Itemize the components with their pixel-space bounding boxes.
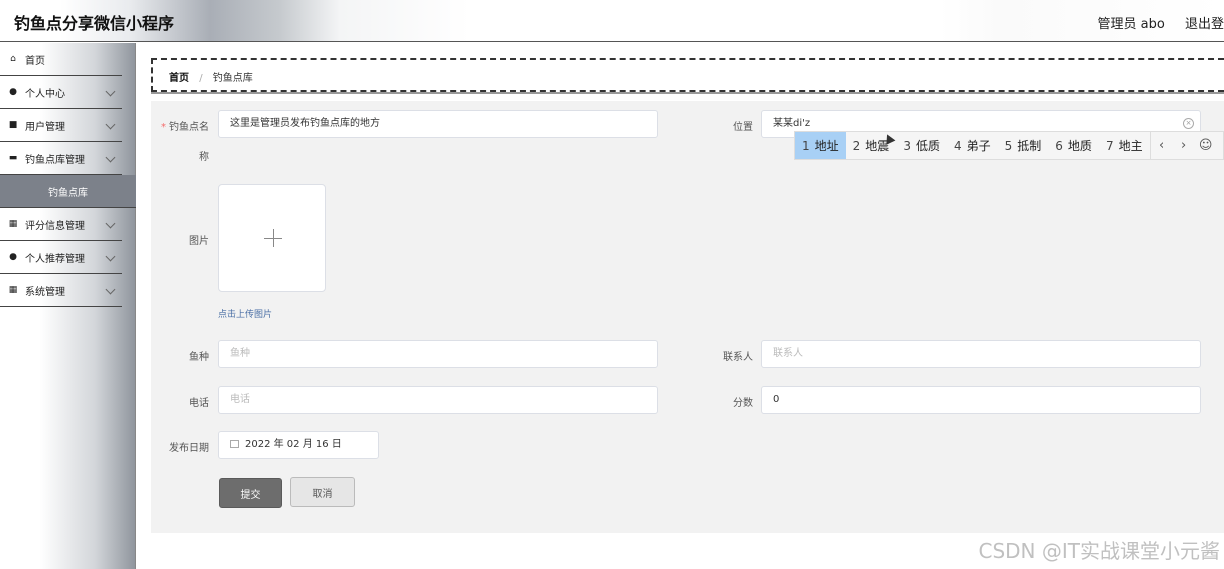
sidebar-item-label: 首页: [25, 55, 45, 67]
chevron-down-icon: [105, 152, 116, 163]
emoji-icon[interactable]: ☺: [1195, 138, 1217, 153]
ime-candidate[interactable]: 3 低质: [896, 132, 947, 159]
chevron-down-icon: [105, 119, 116, 130]
sidebar-item-home[interactable]: ⌂ 首页: [0, 43, 122, 76]
required-mark: *: [161, 122, 166, 133]
location-label: 位置: [733, 122, 753, 133]
upload-tip: 点击上传图片: [218, 310, 273, 320]
calendar-icon: [230, 440, 239, 448]
chevron-down-icon: [105, 86, 116, 97]
breadcrumb-separator: /: [199, 73, 203, 84]
breadcrumb-home[interactable]: 首页: [169, 73, 189, 84]
sidebar-item-label: 钓鱼点库管理: [25, 154, 85, 166]
sidebar-item-user-manage[interactable]: ■ 用户管理: [0, 109, 122, 142]
sidebar-item-label: 评分信息管理: [25, 220, 85, 232]
date-value: 2022 年 02 月 16 日: [245, 439, 342, 450]
sidebar: ⌂ 首页 ● 个人中心 ■ 用户管理 ▬ 钓鱼点库管理 钓鱼点库 ▦ 评分信息管…: [0, 43, 136, 569]
grid-icon: ▦: [8, 285, 18, 295]
app-title: 钓鱼点分享微信小程序: [14, 14, 175, 33]
grid-icon: ▦: [8, 219, 18, 229]
sidebar-item-label: 钓鱼点库: [48, 187, 88, 199]
chevron-down-icon: [105, 251, 116, 262]
form-panel: * 钓鱼点名 称 这里是管理员发布钓鱼点库的地方 位置 某某di'z × 图片 点…: [151, 101, 1224, 533]
cancel-button[interactable]: 取消: [290, 477, 355, 507]
breadcrumb: 首页 / 钓鱼点库: [169, 69, 253, 84]
user-icon: ●: [9, 87, 17, 97]
sidebar-subitem-spot-library[interactable]: 钓鱼点库: [0, 175, 136, 208]
home-icon: ⌂: [10, 54, 16, 64]
sidebar-item-label: 个人推荐管理: [25, 253, 85, 265]
phone-input[interactable]: 电话: [218, 386, 658, 414]
date-picker[interactable]: 2022 年 02 月 16 日: [218, 431, 379, 459]
user-icon: ●: [9, 252, 17, 262]
fish-label: 鱼种: [189, 352, 209, 363]
monitor-icon: ▬: [8, 153, 18, 163]
plus-icon-vertical: [273, 229, 274, 247]
submit-button[interactable]: 提交: [219, 478, 282, 508]
logout-link[interactable]: 退出登: [1185, 17, 1224, 32]
image-upload-box[interactable]: [218, 184, 326, 292]
header-user-area: 管理员 abo 退出登: [1082, 13, 1224, 32]
sidebar-item-rating-manage[interactable]: ▦ 评分信息管理: [0, 208, 122, 241]
chevron-down-icon: [105, 218, 116, 229]
clear-icon[interactable]: ×: [1183, 118, 1194, 129]
ime-candidate[interactable]: 1 地址: [795, 132, 846, 159]
watermark: CSDN @IT实战课堂小元酱: [978, 539, 1221, 563]
ime-candidate[interactable]: 7 地主: [1099, 132, 1150, 159]
ime-candidate[interactable]: 4 弟子: [947, 132, 998, 159]
fish-input[interactable]: 鱼种: [218, 340, 658, 368]
location-value: 某某di'z: [773, 118, 811, 129]
name-label-wrap: 称: [199, 152, 209, 163]
phone-label: 电话: [189, 398, 209, 409]
sidebar-item-label: 用户管理: [25, 121, 65, 133]
contact-input[interactable]: 联系人: [761, 340, 1201, 368]
sidebar-item-recommend-manage[interactable]: ● 个人推荐管理: [0, 241, 122, 274]
sidebar-item-system-manage[interactable]: ▦ 系统管理: [0, 274, 122, 307]
admin-user-label[interactable]: 管理员 abo: [1098, 17, 1165, 32]
image-label: 图片: [189, 236, 209, 247]
top-header: 钓鱼点分享微信小程序 管理员 abo 退出登: [0, 0, 1224, 42]
ime-candidate[interactable]: 5 抵制: [998, 132, 1049, 159]
breadcrumb-bar: 首页 / 钓鱼点库: [151, 58, 1224, 92]
ime-prev-icon[interactable]: ‹: [1151, 138, 1173, 153]
score-label: 分数: [733, 398, 753, 409]
ime-candidate[interactable]: 6 地质: [1048, 132, 1099, 159]
ime-next-icon[interactable]: ›: [1173, 138, 1195, 153]
ime-candidate-bar: 1 地址 2 地震 3 低质 4 弟子 5 抵制 6 地质 7 地主 ‹ › ☺: [794, 131, 1224, 160]
contact-label: 联系人: [723, 352, 753, 363]
sidebar-item-label: 个人中心: [25, 88, 65, 100]
score-input[interactable]: 0: [761, 386, 1201, 414]
sidebar-item-spot-library-manage[interactable]: ▬ 钓鱼点库管理: [0, 142, 122, 175]
breadcrumb-current: 钓鱼点库: [212, 73, 253, 84]
name-label: * 钓鱼点名: [161, 122, 209, 133]
sidebar-item-label: 系统管理: [25, 286, 65, 298]
date-label: 发布日期: [169, 443, 209, 454]
chevron-down-icon: [105, 284, 116, 295]
sidebar-item-personal-center[interactable]: ● 个人中心: [0, 76, 122, 109]
user-manage-icon: ■: [8, 120, 18, 130]
spot-name-input[interactable]: 这里是管理员发布钓鱼点库的地方: [218, 110, 658, 138]
